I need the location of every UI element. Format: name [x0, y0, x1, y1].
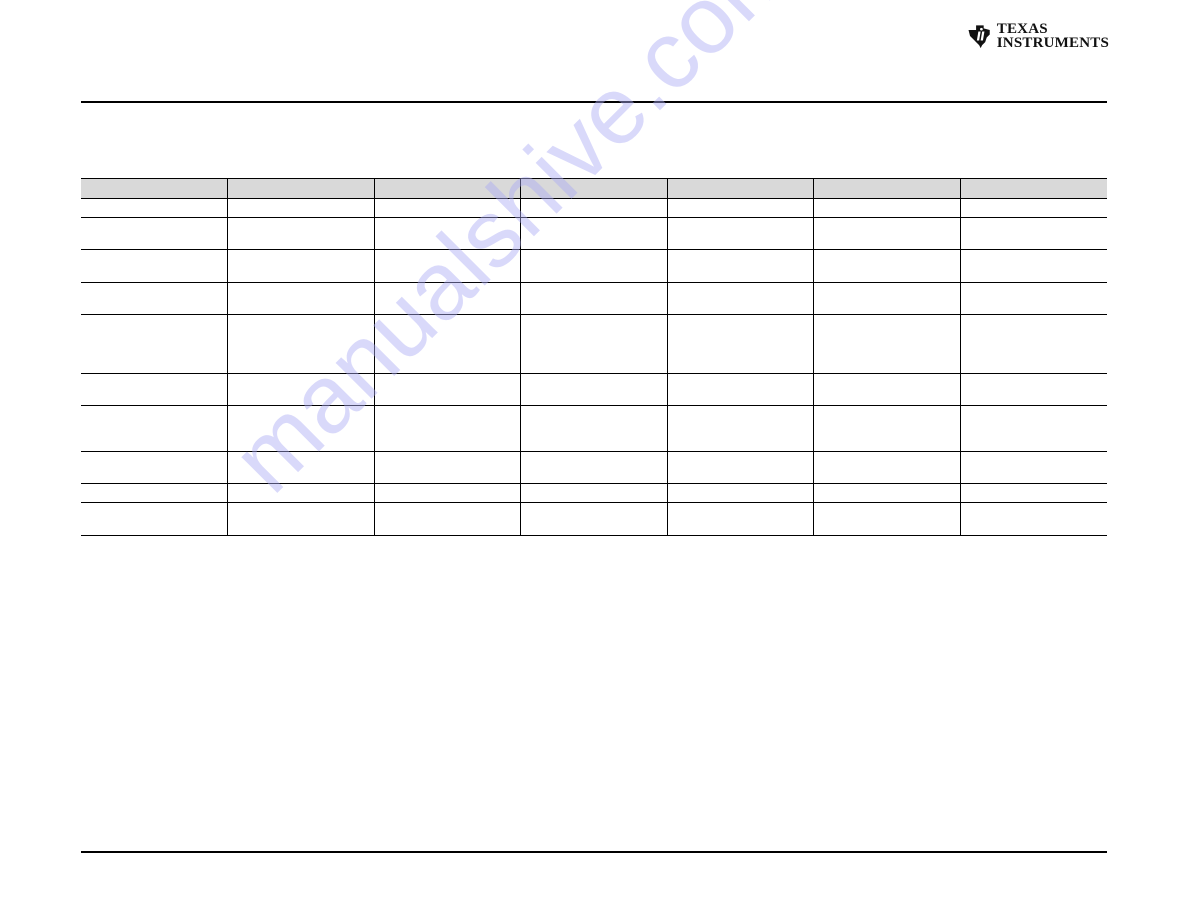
table-cell — [226, 373, 374, 406]
table-cell — [519, 249, 667, 283]
table-cell — [959, 483, 1107, 503]
table-cell — [81, 282, 227, 315]
table-cell — [373, 483, 520, 503]
table-cell — [373, 198, 520, 218]
table-cell — [373, 314, 520, 374]
table-cell — [959, 451, 1107, 484]
table-cell — [519, 502, 667, 536]
table-cell — [226, 314, 374, 374]
table-cell — [666, 198, 813, 218]
table-cell — [81, 249, 227, 283]
table-cell — [81, 483, 227, 503]
table-cell — [666, 451, 813, 484]
table-cell — [959, 502, 1107, 536]
table-cell — [812, 451, 960, 484]
table-row — [81, 314, 1107, 374]
table-cell — [666, 282, 813, 315]
ti-logo: Texas Instruments — [967, 16, 1109, 56]
table-row — [81, 502, 1107, 536]
logo-line-2: Instruments — [996, 35, 1109, 51]
table-cell — [226, 249, 374, 283]
table-cell — [519, 314, 667, 374]
spec-table — [81, 178, 1107, 536]
table-cell — [373, 282, 520, 315]
table-cell — [373, 451, 520, 484]
table-header-row — [81, 178, 1107, 199]
table-cell — [81, 198, 227, 218]
table-row — [81, 451, 1107, 484]
table-cell — [226, 198, 374, 218]
table-cell — [373, 373, 520, 406]
ti-state-logo-icon — [968, 25, 990, 49]
table-cell — [519, 373, 667, 406]
table-cell — [812, 314, 960, 374]
table-cell — [373, 405, 520, 452]
table-cell — [81, 314, 227, 374]
column-header — [519, 178, 667, 199]
table-cell — [666, 405, 813, 452]
table-cell — [226, 217, 374, 250]
table-cell — [81, 405, 227, 452]
table-cell — [373, 249, 520, 283]
table-cell — [812, 405, 960, 452]
table-cell — [959, 373, 1107, 406]
table-cell — [812, 373, 960, 406]
table-cell — [666, 217, 813, 250]
table-row — [81, 249, 1107, 283]
table-row — [81, 217, 1107, 250]
logo-line-1: Texas — [996, 21, 1048, 37]
table-cell — [812, 282, 960, 315]
table-cell — [519, 405, 667, 452]
column-header — [81, 178, 227, 199]
table-cell — [666, 314, 813, 374]
table-cell — [959, 314, 1107, 374]
table-row — [81, 282, 1107, 315]
table-cell — [373, 217, 520, 250]
table-cell — [226, 502, 374, 536]
table-cell — [81, 502, 227, 536]
table-cell — [226, 451, 374, 484]
table-cell — [519, 451, 667, 484]
table-cell — [519, 483, 667, 503]
table-row — [81, 373, 1107, 406]
table-row — [81, 198, 1107, 218]
table-cell — [812, 198, 960, 218]
table-cell — [959, 249, 1107, 283]
table-cell — [959, 282, 1107, 315]
table-cell — [666, 502, 813, 536]
header-rule — [81, 101, 1107, 103]
table-row — [81, 483, 1107, 503]
table-row — [81, 405, 1107, 452]
column-header — [373, 178, 520, 199]
table-cell — [666, 373, 813, 406]
table-cell — [519, 217, 667, 250]
table-cell — [959, 405, 1107, 452]
table-cell — [812, 249, 960, 283]
column-header — [812, 178, 960, 199]
table-cell — [519, 198, 667, 218]
column-header — [959, 178, 1107, 199]
column-header — [666, 178, 813, 199]
table-cell — [959, 198, 1107, 218]
table-cell — [959, 217, 1107, 250]
column-header — [226, 178, 374, 199]
table-cell — [812, 217, 960, 250]
table-cell — [666, 249, 813, 283]
table-cell — [812, 483, 960, 503]
table-cell — [81, 373, 227, 406]
table-cell — [226, 405, 374, 452]
table-cell — [81, 217, 227, 250]
table-cell — [812, 502, 960, 536]
table-cell — [226, 483, 374, 503]
table-cell — [666, 483, 813, 503]
table-cell — [81, 451, 227, 484]
table-cell — [373, 502, 520, 536]
table-cell — [519, 282, 667, 315]
table-cell — [226, 282, 374, 315]
footer-rule — [81, 851, 1107, 853]
